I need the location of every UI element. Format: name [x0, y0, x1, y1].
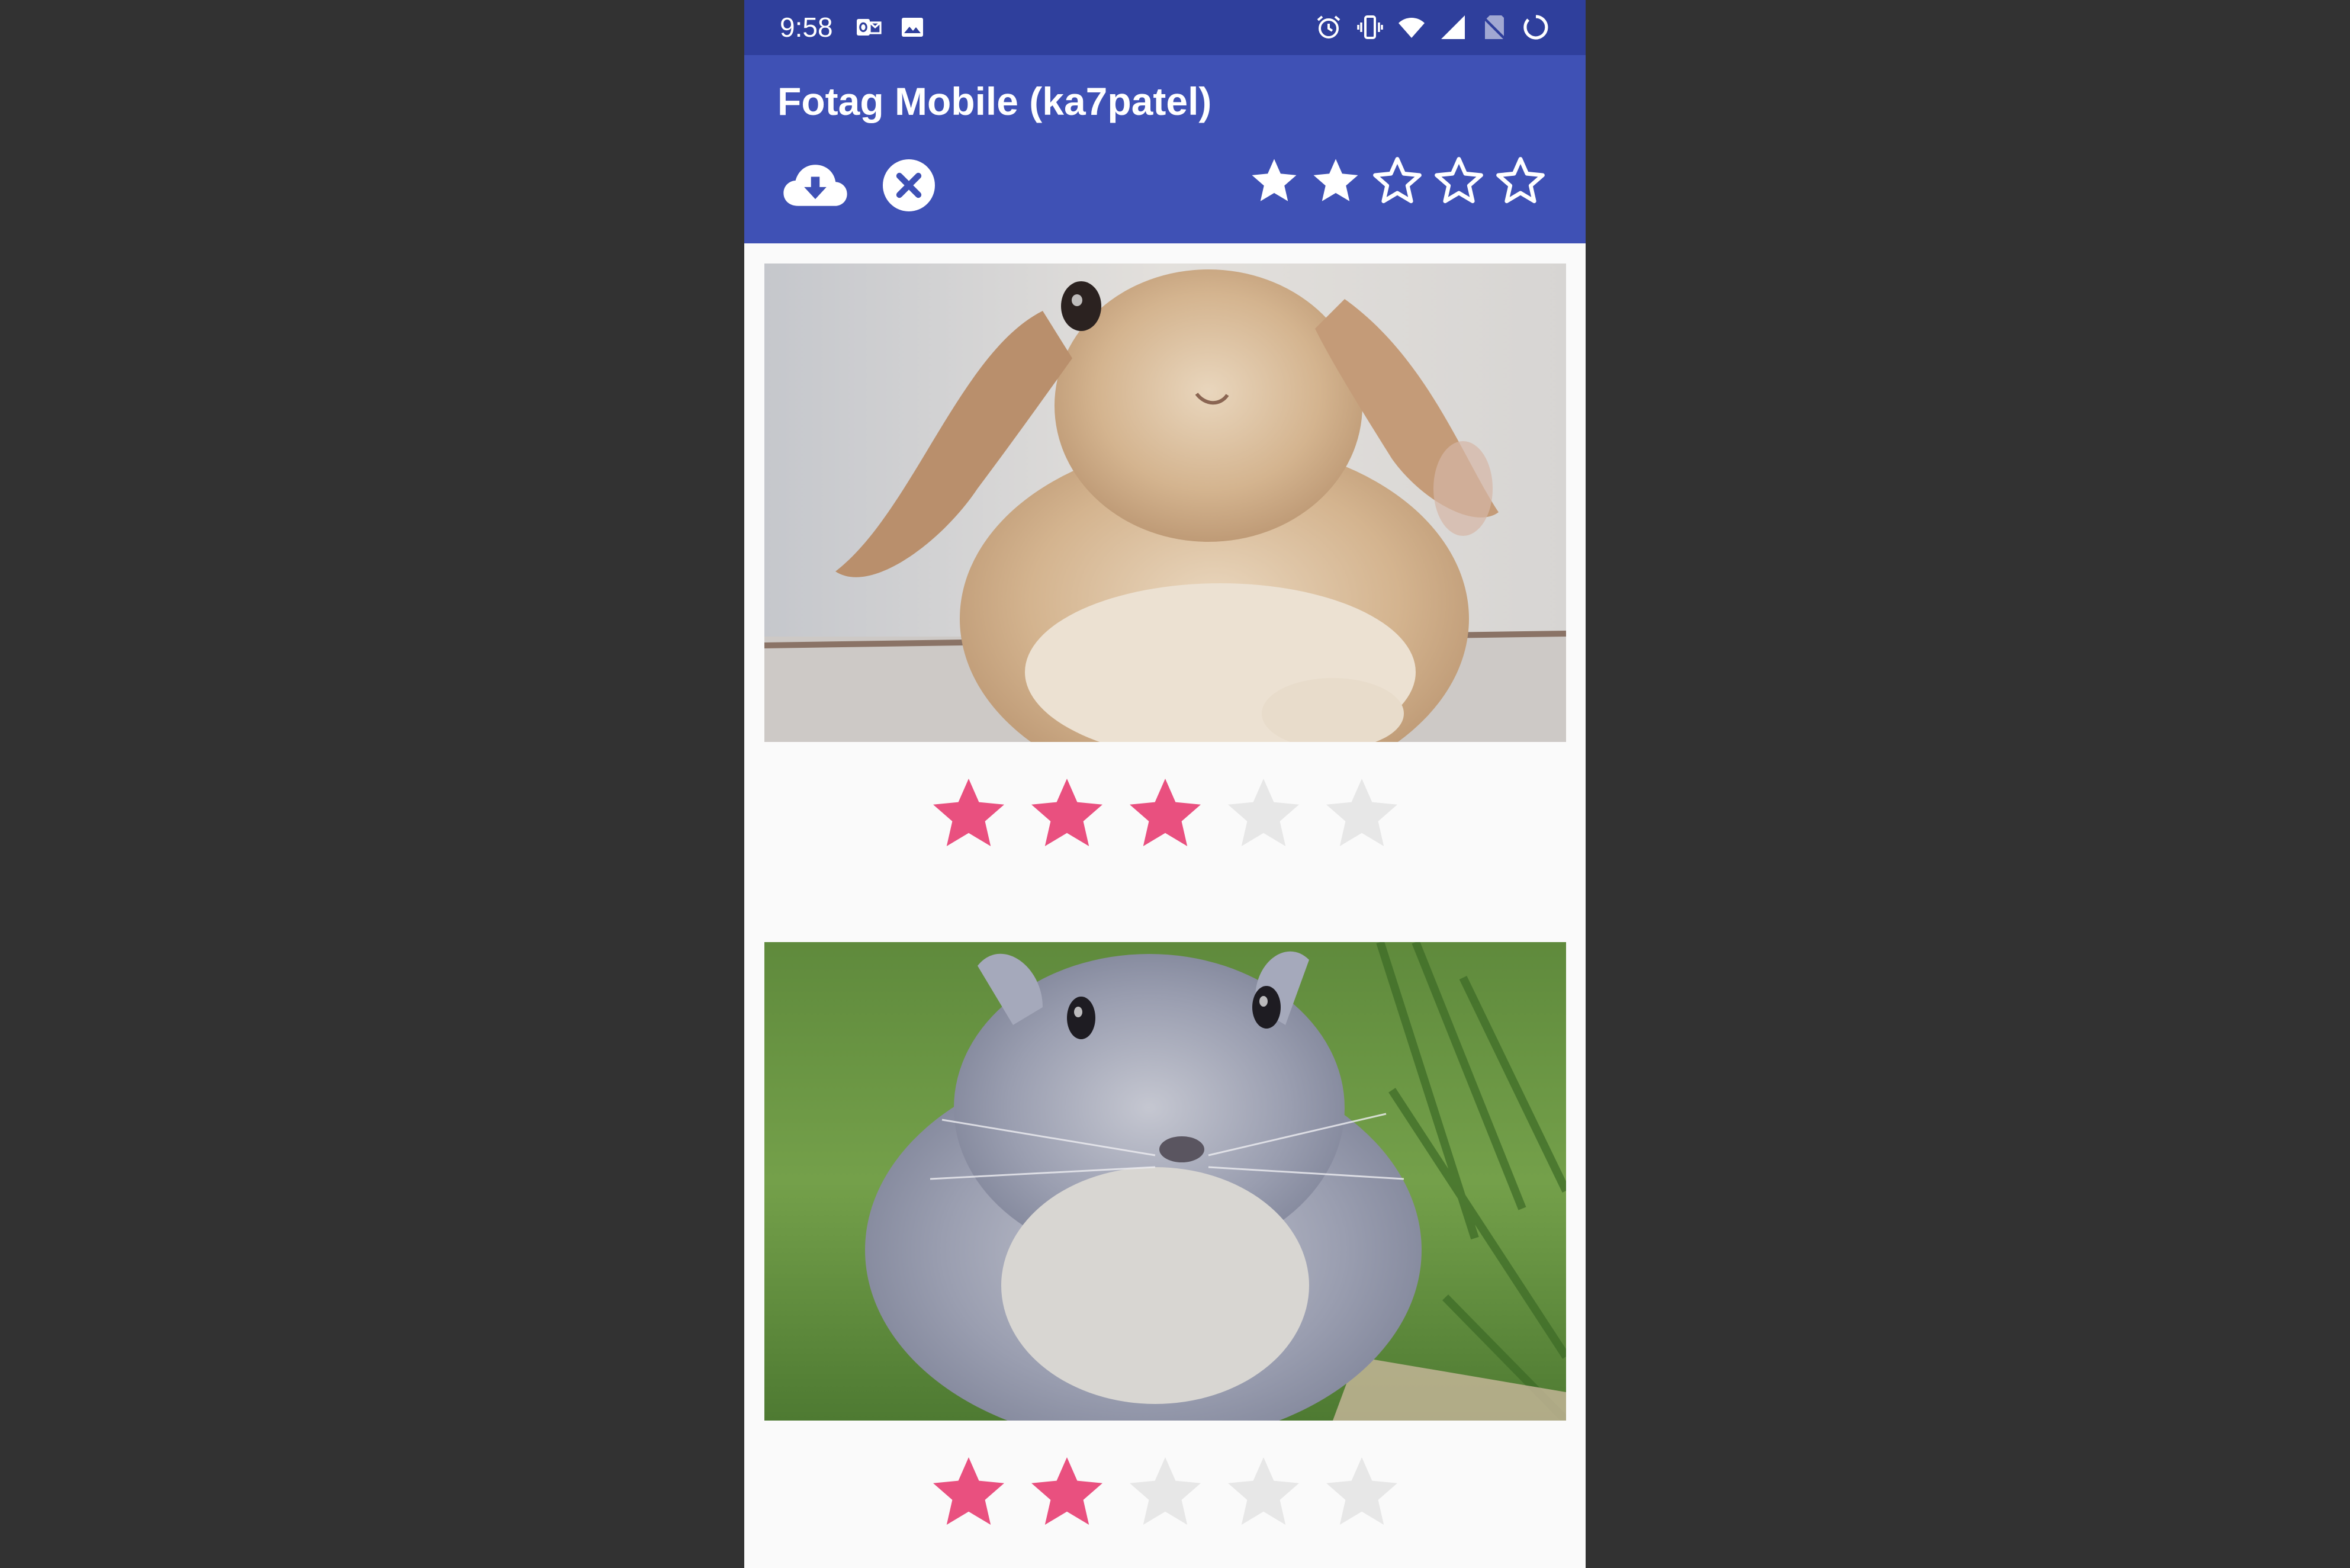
image-icon: [902, 18, 923, 37]
filter-star-empty-icon[interactable]: [1432, 155, 1486, 208]
rating-star-empty-icon[interactable]: [1221, 772, 1306, 857]
rating-star-empty-icon[interactable]: [1221, 1450, 1306, 1535]
filter-star-empty-icon[interactable]: [1494, 155, 1547, 208]
status-time: 9:58: [780, 12, 833, 43]
bunny-tan-photo[interactable]: [764, 264, 1566, 742]
image-rating-bar[interactable]: [764, 772, 1566, 857]
bunny-gray-photo[interactable]: [764, 942, 1566, 1421]
phone-screen: 9:58 Fotag Mobile (ka7patel): [744, 0, 1586, 1568]
image-card: [764, 264, 1566, 846]
filter-rating-bar[interactable]: [1248, 155, 1547, 208]
rating-star-filled-icon[interactable]: [1024, 1450, 1110, 1535]
filter-star-filled-icon[interactable]: [1309, 155, 1362, 208]
rating-star-empty-icon[interactable]: [1123, 1450, 1208, 1535]
app-title: Fotag Mobile (ka7patel): [777, 79, 1212, 123]
signal-icon: [1441, 15, 1465, 39]
image-gallery: [744, 243, 1586, 1568]
clear-filter-button[interactable]: [879, 156, 938, 215]
filter-star-filled-icon[interactable]: [1248, 155, 1301, 208]
battery-saver-icon: [1523, 15, 1548, 40]
rating-star-filled-icon[interactable]: [926, 1450, 1011, 1535]
alarm-icon: [1317, 15, 1340, 38]
clear-filter-icon: [883, 159, 935, 211]
status-bar: 9:58: [744, 0, 1586, 55]
rating-star-filled-icon[interactable]: [926, 772, 1011, 857]
cloud-download-icon: [783, 165, 847, 206]
no-sim-icon: [1481, 15, 1506, 40]
status-right-icons: [1314, 13, 1550, 41]
vibrate-icon: [1357, 15, 1383, 39]
image-card: [764, 942, 1566, 1525]
rating-star-filled-icon[interactable]: [1024, 772, 1110, 857]
image-rating-bar[interactable]: [764, 1450, 1566, 1535]
wifi-icon: [1399, 18, 1425, 38]
filter-star-empty-icon[interactable]: [1371, 155, 1424, 208]
cloud-download-button[interactable]: [781, 156, 850, 215]
rating-star-filled-icon[interactable]: [1123, 772, 1208, 857]
outlook-icon: [857, 19, 882, 36]
app-bar: Fotag Mobile (ka7patel): [744, 55, 1586, 243]
rating-star-empty-icon[interactable]: [1319, 772, 1404, 857]
rating-star-empty-icon[interactable]: [1319, 1450, 1404, 1535]
status-left-icons: [854, 13, 927, 41]
